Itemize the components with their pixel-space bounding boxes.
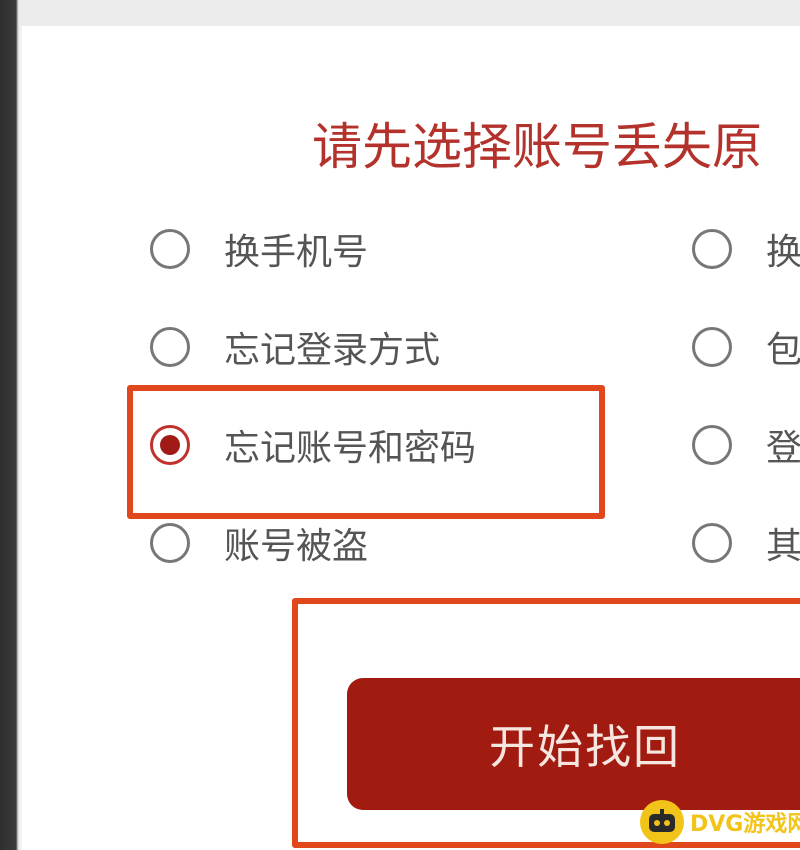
option-forgot-login-method[interactable]: 忘记登录方式 (150, 312, 440, 382)
option-label: 换手机号 (224, 232, 369, 273)
watermark-text: DVG游戏网 (690, 812, 800, 837)
radio-button[interactable] (692, 425, 732, 465)
option-label: 包 (766, 330, 800, 371)
option-label: 换 (766, 232, 800, 273)
option-right-3[interactable]: 登 (692, 410, 800, 480)
start-recovery-label: 开始找回 (489, 720, 681, 774)
option-change-phone[interactable]: 换手机号 (150, 214, 368, 284)
radio-button[interactable] (150, 327, 190, 367)
radio-button[interactable] (692, 229, 732, 269)
radio-button[interactable] (150, 229, 190, 269)
option-label: 账号被盗 (224, 526, 369, 567)
highlight-box-selected-option (127, 385, 605, 519)
robot-face-glyph (649, 809, 675, 832)
radio-button[interactable] (692, 523, 732, 563)
watermark: DVG游戏网 (640, 796, 800, 848)
option-right-4[interactable]: 其 (692, 508, 800, 578)
option-right-2[interactable]: 包 (692, 312, 800, 382)
robot-face-icon (640, 800, 684, 844)
option-label: 登 (766, 428, 800, 469)
radio-button[interactable] (692, 327, 732, 367)
app-screen: 请先选择账号丢失原 换手机号 忘记登录方式 忘记账号和密码 账号被盗 换 包 登… (0, 0, 800, 850)
radio-button[interactable] (150, 523, 190, 563)
option-label: 其 (766, 526, 800, 567)
option-label: 忘记登录方式 (224, 330, 441, 371)
start-recovery-button[interactable]: 开始找回 (347, 678, 800, 810)
top-bar (20, 0, 800, 26)
window-edge (0, 0, 20, 850)
page-title: 请先选择账号丢失原 (312, 118, 762, 176)
option-right-1[interactable]: 换 (692, 214, 800, 284)
